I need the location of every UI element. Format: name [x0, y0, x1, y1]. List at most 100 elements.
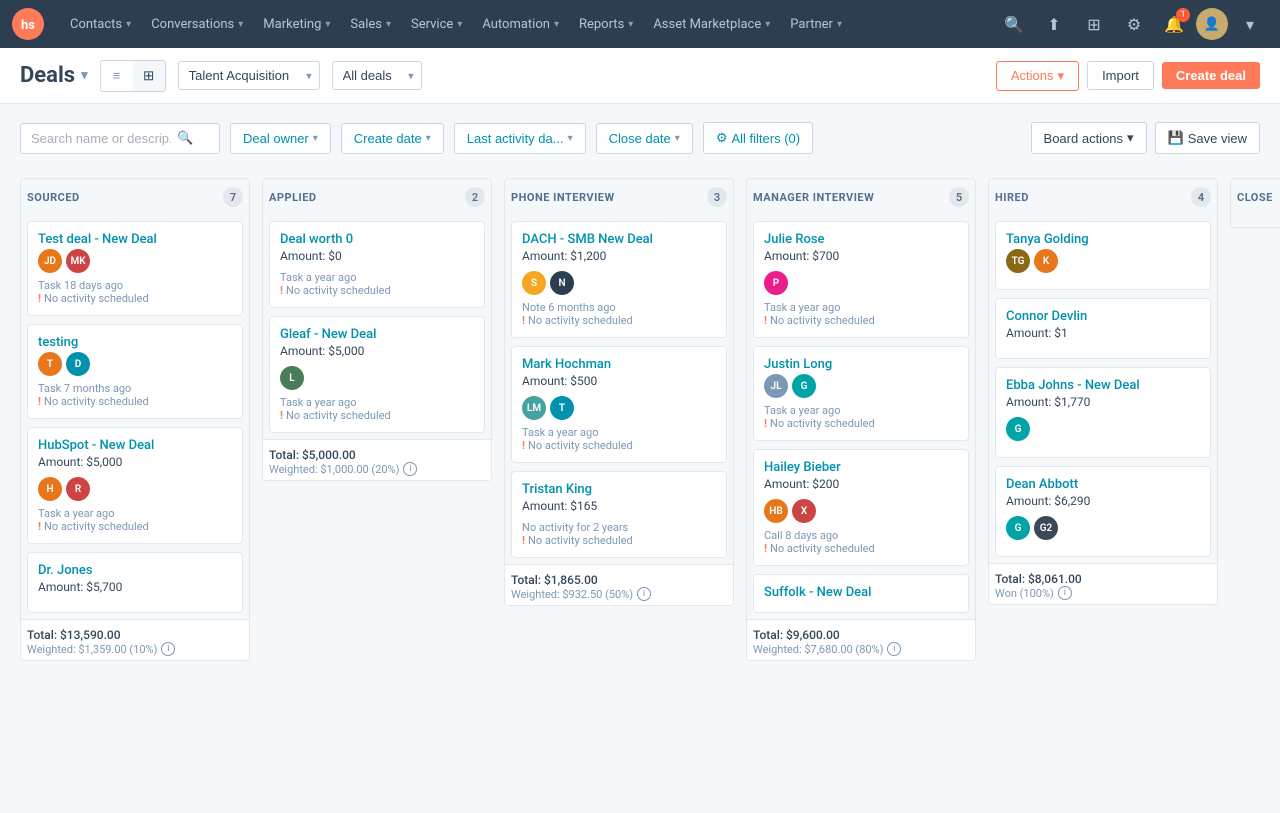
list-view-button[interactable]: ≡: [101, 61, 133, 91]
all-filters-button[interactable]: ⚙ All filters (0): [703, 122, 813, 154]
info-icon[interactable]: i: [887, 642, 901, 656]
nav-conversations[interactable]: Conversations ▾: [141, 0, 253, 48]
deal-name: HubSpot - New Deal: [38, 438, 232, 453]
upgrade-icon-btn[interactable]: ⬆: [1036, 6, 1072, 42]
deals-header: Deals ▾ ≡ ⊞ Talent Acquisition All deals…: [0, 48, 1280, 104]
column-total: Total: $13,590.00: [27, 628, 243, 642]
avatar: MK: [66, 249, 90, 273]
deal-activity: !No activity scheduled: [280, 409, 474, 422]
column-total: Total: $9,600.00: [753, 628, 969, 642]
create-date-filter[interactable]: Create date ▾: [341, 123, 444, 154]
avatar: P: [764, 271, 788, 295]
deal-card[interactable]: Dr. Jones Amount: $5,700: [27, 552, 243, 613]
chevron-down-icon: ▾: [426, 133, 431, 144]
column-count-applied: 2: [465, 187, 485, 207]
nav-partner[interactable]: Partner ▾: [780, 0, 852, 48]
info-icon[interactable]: i: [1058, 586, 1072, 600]
board-view-button[interactable]: ⊞: [133, 61, 165, 91]
deal-owner-filter[interactable]: Deal owner ▾: [230, 123, 331, 154]
deal-task: Task a year ago: [38, 507, 232, 520]
deal-activity: !No activity scheduled: [38, 395, 232, 408]
user-avatar[interactable]: 👤: [1196, 8, 1228, 40]
deal-amount: Amount: $1,770: [1006, 395, 1200, 409]
save-view-button[interactable]: 💾 Save view: [1155, 122, 1260, 154]
import-button[interactable]: Import: [1087, 61, 1154, 90]
deal-name: Tristan King: [522, 482, 716, 497]
info-icon[interactable]: i: [637, 587, 651, 601]
avatar: G2: [1034, 516, 1058, 540]
nav-reports[interactable]: Reports ▾: [569, 0, 643, 48]
avatar: T: [550, 396, 574, 420]
deals-title[interactable]: Deals ▾: [20, 63, 88, 88]
deal-amount: Amount: $5,700: [38, 580, 232, 594]
actions-button[interactable]: Actions ▾: [996, 61, 1079, 91]
deal-card[interactable]: Ebba Johns - New DealAmount: $1,770G: [995, 367, 1211, 458]
avatar: T: [38, 352, 62, 376]
last-activity-filter[interactable]: Last activity da... ▾: [454, 123, 586, 154]
deal-avatars: HR: [38, 477, 232, 501]
deal-activity: !No activity scheduled: [764, 417, 958, 430]
deal-name: Mark Hochman: [522, 357, 716, 372]
column-applied: APPLIED 2 Deal worth 0Amount: $0Task a y…: [262, 178, 492, 661]
close-date-filter[interactable]: Close date ▾: [596, 123, 693, 154]
deal-card[interactable]: Gleaf - New DealAmount: $5,000LTask a ye…: [269, 316, 485, 433]
deal-name: Ebba Johns - New Deal: [1006, 378, 1200, 393]
deal-name: Dr. Jones: [38, 563, 232, 578]
avatar: TG: [1006, 249, 1030, 273]
top-navigation: hs Contacts ▾ Conversations ▾ Marketing …: [0, 0, 1280, 48]
deal-card[interactable]: Test deal - New DealJDMKTask 18 days ago…: [27, 221, 243, 316]
deal-name: DACH - SMB New Deal: [522, 232, 716, 247]
deal-activity: !No activity scheduled: [764, 314, 958, 327]
nav-asset-marketplace[interactable]: Asset Marketplace ▾: [643, 0, 780, 48]
column-weighted: Weighted: $932.50 (50%) i: [511, 587, 727, 601]
nav-sales[interactable]: Sales ▾: [340, 0, 401, 48]
deal-card[interactable]: Suffolk - New Deal: [753, 574, 969, 613]
deal-card[interactable]: DACH - SMB New DealAmount: $1,200SNNote …: [511, 221, 727, 338]
avatar: G: [792, 374, 816, 398]
settings-icon-btn[interactable]: ⚙: [1116, 6, 1152, 42]
nav-service[interactable]: Service ▾: [401, 0, 472, 48]
column-weighted: Weighted: $1,000.00 (20%) i: [269, 462, 485, 476]
info-icon[interactable]: i: [161, 642, 175, 656]
marketplace-icon-btn[interactable]: ⊞: [1076, 6, 1112, 42]
deal-card[interactable]: Hailey BieberAmount: $200HBXCall 8 days …: [753, 449, 969, 566]
deal-card[interactable]: HubSpot - New Deal Amount: $5,000 HR Task a…: [27, 427, 243, 544]
deal-card[interactable]: Julie RoseAmount: $700PTask a year ago!N…: [753, 221, 969, 338]
board-actions-button[interactable]: Board actions ▾: [1031, 122, 1147, 154]
nav-automation[interactable]: Automation ▾: [472, 0, 569, 48]
deal-card[interactable]: Mark HochmanAmount: $500LMTTask a year a…: [511, 346, 727, 463]
header-right: Actions ▾ Import Create deal: [996, 61, 1260, 91]
deal-card[interactable]: testingTDTask 7 months ago!No activity s…: [27, 324, 243, 419]
column-count-sourced: 7: [223, 187, 243, 207]
deal-name: Connor Devlin: [1006, 309, 1200, 324]
account-caret-icon[interactable]: ▾: [1232, 6, 1268, 42]
board-container: SOURCED 7 Test deal - New DealJDMKTask 1…: [0, 166, 1280, 681]
search-icon-btn[interactable]: 🔍: [996, 6, 1032, 42]
deal-card[interactable]: Tristan KingAmount: $165No activity for …: [511, 471, 727, 558]
chevron-down-icon: ▾: [1127, 130, 1134, 146]
deal-card[interactable]: Deal worth 0Amount: $0Task a year ago!No…: [269, 221, 485, 308]
deal-name: testing: [38, 335, 232, 350]
search-box: 🔍: [20, 123, 220, 154]
deal-card[interactable]: Dean AbbottAmount: $6,290GG2: [995, 466, 1211, 557]
chevron-down-icon: ▾: [554, 19, 559, 30]
deal-task: No activity for 2 years: [522, 521, 716, 534]
notifications-icon-btn[interactable]: 🔔 1: [1156, 6, 1192, 42]
nav-marketing[interactable]: Marketing ▾: [253, 0, 340, 48]
hubspot-logo[interactable]: hs: [12, 8, 44, 40]
filter-select[interactable]: All deals: [332, 61, 422, 90]
deal-card[interactable]: Connor DevlinAmount: $1: [995, 298, 1211, 359]
deal-amount: Amount: $5,000: [38, 455, 232, 469]
create-deal-button[interactable]: Create deal: [1162, 62, 1260, 89]
nav-contacts[interactable]: Contacts ▾: [60, 0, 141, 48]
pipeline-select[interactable]: Talent Acquisition: [178, 61, 320, 90]
deal-card[interactable]: Tanya GoldingTGK: [995, 221, 1211, 290]
save-icon: 💾: [1168, 130, 1184, 146]
deal-avatars: LMT: [522, 396, 716, 420]
info-icon[interactable]: i: [403, 462, 417, 476]
deal-name: Tanya Golding: [1006, 232, 1200, 247]
search-input[interactable]: [31, 131, 171, 146]
deal-task: Task a year ago: [522, 426, 716, 439]
column-title-phone_interview: PHONE INTERVIEW: [511, 191, 615, 204]
deal-card[interactable]: Justin LongJLGTask a year ago!No activit…: [753, 346, 969, 441]
